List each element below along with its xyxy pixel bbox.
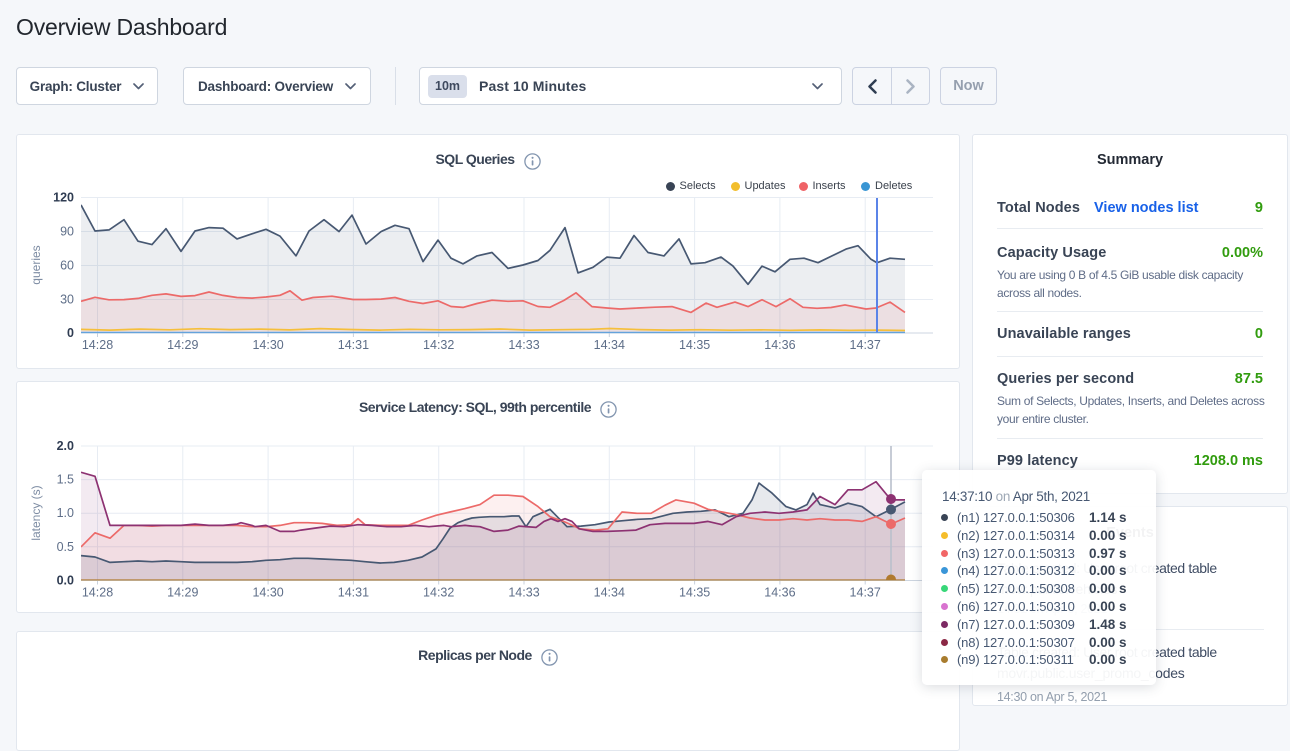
svg-text:14:30: 14:30 <box>252 338 283 352</box>
svg-text:queries: queries <box>29 245 43 284</box>
svg-text:14:34: 14:34 <box>594 586 625 600</box>
svg-text:14:28: 14:28 <box>82 338 113 352</box>
svg-text:14:30: 14:30 <box>252 586 283 600</box>
svg-text:14:32: 14:32 <box>423 338 454 352</box>
svg-text:14:34: 14:34 <box>594 338 625 352</box>
svg-text:14:35: 14:35 <box>679 338 710 352</box>
svg-text:14:33: 14:33 <box>508 338 539 352</box>
svg-text:2.0: 2.0 <box>57 439 74 453</box>
svg-text:14:35: 14:35 <box>679 586 710 600</box>
svg-text:60: 60 <box>60 259 74 273</box>
svg-text:14:33: 14:33 <box>508 586 539 600</box>
svg-text:14:28: 14:28 <box>82 586 113 600</box>
svg-text:0.0: 0.0 <box>57 574 74 588</box>
svg-text:14:31: 14:31 <box>338 338 369 352</box>
svg-text:14:29: 14:29 <box>167 338 198 352</box>
svg-text:0: 0 <box>67 326 74 340</box>
svg-text:14:32: 14:32 <box>423 586 454 600</box>
svg-text:14:29: 14:29 <box>167 586 198 600</box>
svg-text:1.0: 1.0 <box>57 506 74 520</box>
svg-text:30: 30 <box>60 293 74 307</box>
svg-text:latency (s): latency (s) <box>29 485 43 540</box>
svg-text:14:31: 14:31 <box>338 586 369 600</box>
svg-text:14:36: 14:36 <box>764 338 795 352</box>
svg-text:120: 120 <box>53 191 74 205</box>
svg-text:14:37: 14:37 <box>850 586 881 600</box>
svg-text:90: 90 <box>60 225 74 239</box>
svg-text:0.5: 0.5 <box>57 540 74 554</box>
svg-text:1.5: 1.5 <box>57 473 74 487</box>
svg-text:14:36: 14:36 <box>764 586 795 600</box>
svg-text:14:37: 14:37 <box>850 338 881 352</box>
